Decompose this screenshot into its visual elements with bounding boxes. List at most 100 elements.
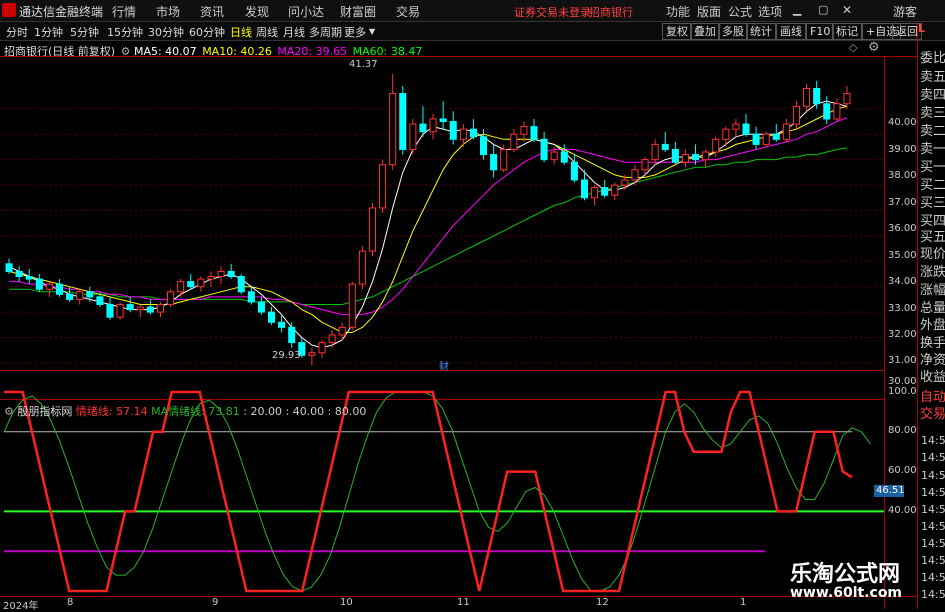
candle [399, 85, 407, 155]
candle [742, 113, 750, 137]
quote-label: 现价 [920, 247, 945, 262]
candle-body [469, 128, 477, 138]
date-tick: 9 [212, 597, 219, 608]
candle-body [167, 291, 175, 305]
candle-body [358, 250, 366, 285]
candle-body [86, 291, 94, 298]
candle-body [207, 276, 215, 280]
candle [540, 131, 548, 163]
time-tick: 14:56 [921, 537, 945, 550]
candle [762, 131, 770, 147]
candle-body [278, 321, 286, 328]
candle [409, 118, 417, 155]
min-price-label: 29.93 [272, 350, 301, 361]
candle-body [116, 303, 124, 318]
candle-body [641, 159, 649, 171]
candle [671, 141, 679, 165]
candle [813, 80, 821, 109]
candle-body [55, 283, 64, 295]
candle [752, 126, 760, 150]
price-tick: 33.00 [888, 303, 917, 314]
candle [570, 154, 578, 183]
candle [126, 296, 134, 313]
candle [379, 159, 387, 213]
indicator-tick: 40.00 [888, 505, 917, 516]
candle-body [702, 151, 710, 161]
candle [611, 182, 619, 201]
candle [106, 296, 114, 320]
candle [187, 273, 195, 290]
emotion-line [4, 390, 853, 593]
candle [267, 307, 276, 325]
candle-body [66, 293, 74, 300]
time-tick: 14:56 [921, 503, 945, 516]
candle [732, 118, 740, 137]
current-indicator-value: 46.51 [876, 485, 905, 496]
candle-body [833, 103, 841, 120]
indicator-lines [3, 390, 884, 593]
quote-label: 卖三 [920, 106, 945, 121]
candle [35, 273, 43, 292]
candle-body [368, 207, 377, 252]
indicator-title-line: ⚙ 殷朋指标网 情绪线: 57.14 MA情绪线: 73.81 : 20.00 … [4, 403, 366, 419]
candle-body [631, 169, 639, 181]
candle [55, 279, 64, 297]
candle [318, 340, 326, 358]
date-tick: 11 [457, 597, 470, 608]
candle-body [712, 138, 720, 153]
candle [76, 289, 84, 305]
candle-body [560, 151, 568, 163]
finance-marker[interactable]: 财 [439, 358, 449, 373]
quote-label: 收益 [920, 370, 945, 385]
chart-canvas [0, 22, 945, 609]
candle-body [409, 123, 417, 150]
price-tick: 34.00 [888, 276, 917, 287]
candle-body [45, 283, 53, 290]
candle-body [803, 87, 811, 107]
date-tick: 2024年 [3, 601, 39, 612]
candle [530, 118, 538, 142]
candle [136, 304, 144, 318]
candle-body [379, 164, 387, 209]
time-tick: 14:56 [921, 451, 945, 464]
candle-body [227, 270, 235, 278]
candle-body [742, 123, 750, 135]
candle-body [621, 179, 629, 186]
indicator-settings-icon[interactable]: ⚙ [4, 405, 14, 418]
price-tick: 37.00 [888, 197, 917, 208]
candle [288, 322, 296, 348]
candle-body [96, 296, 104, 305]
candle-body [429, 118, 437, 133]
quote-label: 外盘 [920, 318, 945, 333]
candle [712, 136, 720, 158]
candle [833, 98, 841, 122]
candle-body [510, 133, 518, 150]
candle-body [35, 278, 43, 290]
time-tick: 14:56 [921, 588, 945, 601]
candle-body [782, 123, 790, 140]
candle [247, 286, 255, 305]
ma-emotion-line [3, 391, 871, 592]
indicator-tick: 100.0 [888, 386, 917, 397]
candle-body [308, 352, 316, 356]
candle-body [25, 276, 33, 280]
auto-trade-label[interactable]: 交易 [920, 403, 945, 422]
candle [156, 301, 165, 318]
indicator-name[interactable]: 殷朋指标网 [17, 405, 72, 418]
time-tick: 14:56 [921, 469, 945, 482]
candle [167, 289, 175, 308]
candle-body [762, 133, 770, 145]
price-tick: 36.00 [888, 223, 917, 234]
emotion-line-label: 情绪线: 57.14 [75, 405, 148, 418]
candle-body [691, 154, 700, 161]
candles [5, 74, 851, 366]
ma-emotion-line-label: MA情绪线: 73.81 [151, 405, 240, 418]
candle [651, 139, 659, 165]
candle-body [136, 306, 144, 311]
candle-body [490, 154, 498, 171]
candle-body [843, 93, 851, 105]
candle-body [570, 161, 578, 181]
candle-body [15, 270, 23, 278]
candle [490, 144, 498, 178]
quote-label: 买三 [920, 196, 945, 211]
